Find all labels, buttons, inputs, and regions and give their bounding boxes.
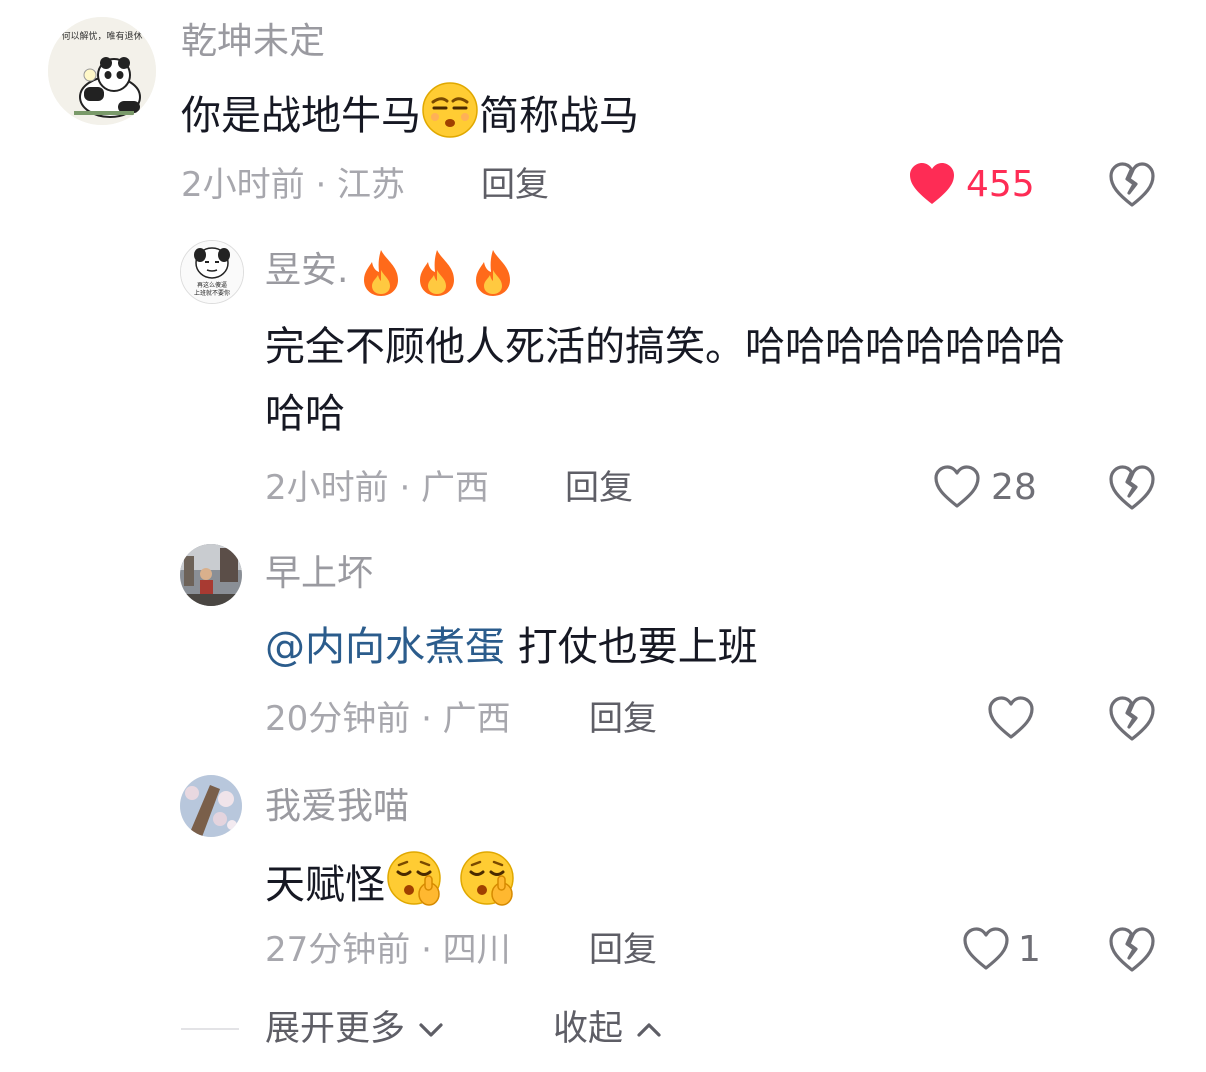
comment-text-part: 你是战地牛马 — [181, 93, 421, 139]
chevron-up-icon — [637, 1023, 661, 1037]
panda-avatar-icon: 何以解忧，唯有退休 — [48, 17, 156, 125]
shushing-face-icon — [385, 850, 445, 924]
avatar[interactable] — [180, 544, 242, 606]
like-count: 28 — [991, 467, 1037, 508]
divider-line — [181, 1028, 239, 1030]
heart-outline-icon[interactable] — [933, 465, 981, 513]
like-count: 1 — [1018, 929, 1041, 970]
dislike-broken-heart-icon[interactable] — [1108, 696, 1156, 746]
svg-text:再这么傻逼: 再这么傻逼 — [197, 281, 227, 289]
fire-icon — [358, 248, 404, 302]
comment-text: 天赋怪 — [265, 850, 518, 924]
comment-text-continued: 哈哈 — [265, 391, 345, 437]
meme-avatar-icon: 再这么傻逼 上班就不要你 — [181, 241, 243, 303]
username[interactable]: 乾坤未定 — [181, 24, 325, 60]
avatar[interactable] — [180, 775, 242, 837]
reply-button[interactable]: 回复 — [589, 702, 657, 736]
username[interactable]: 昱安. — [265, 253, 348, 289]
comment-time-location: 2小时前 · 广西 — [265, 468, 490, 508]
dislike-broken-heart-icon[interactable] — [1108, 465, 1156, 515]
reply-button[interactable]: 回复 — [565, 471, 633, 505]
avatar[interactable]: 再这么傻逼 上班就不要你 — [180, 240, 244, 304]
collapse-label: 收起 — [553, 1009, 624, 1049]
fire-icon — [414, 248, 460, 302]
like-count: 455 — [966, 164, 1035, 205]
comment-time-location: 27分钟前 · 四川 — [265, 930, 511, 970]
dislike-broken-heart-icon[interactable] — [1108, 162, 1156, 212]
comment-time-location: 2小时前 · 江苏 — [181, 165, 406, 205]
username[interactable]: 我爱我喵 — [265, 789, 409, 825]
heart-outline-icon[interactable] — [987, 696, 1035, 744]
dislike-broken-heart-icon[interactable] — [1108, 927, 1156, 977]
expand-more-label: 展开更多 — [265, 1009, 406, 1049]
comment-text: @内向水煮蛋 打仗也要上班 — [265, 618, 758, 676]
comment-text-part: 简称战马 — [479, 93, 639, 139]
heart-filled-icon[interactable] — [908, 162, 956, 210]
expand-more-button[interactable]: 展开更多 — [265, 1012, 444, 1047]
comment-time-location: 20分钟前 · 广西 — [265, 699, 511, 739]
shushing-face-icon — [458, 850, 518, 924]
avatar[interactable]: 何以解忧，唯有退休 — [48, 17, 156, 125]
username[interactable]: 早上坏 — [265, 556, 373, 592]
username-text: 昱安. — [265, 250, 349, 291]
chevron-down-icon — [419, 1023, 443, 1037]
fire-icon — [470, 248, 516, 302]
reply-button[interactable]: 回复 — [481, 168, 549, 202]
heart-outline-icon[interactable] — [962, 927, 1010, 975]
svg-text:上班就不要你: 上班就不要你 — [194, 289, 230, 297]
smirk-face-icon — [421, 81, 479, 155]
collapse-button[interactable]: 收起 — [553, 1012, 662, 1047]
svg-text:何以解忧，唯有退休: 何以解忧，唯有退休 — [61, 30, 142, 42]
comment-text-part: 天赋怪 — [265, 862, 385, 908]
comment-text: 你是战地牛马 简称战马 — [181, 81, 639, 155]
street-photo-avatar-icon — [180, 544, 242, 606]
reply-button[interactable]: 回复 — [589, 933, 657, 967]
comment-text-part: 打仗也要上班 — [517, 624, 758, 670]
mention-link[interactable]: @内向水煮蛋 — [265, 624, 505, 670]
tree-photo-avatar-icon — [180, 775, 242, 837]
comment-text: 完全不顾他人死活的搞笑。哈哈哈哈哈哈哈哈 — [265, 324, 1065, 370]
